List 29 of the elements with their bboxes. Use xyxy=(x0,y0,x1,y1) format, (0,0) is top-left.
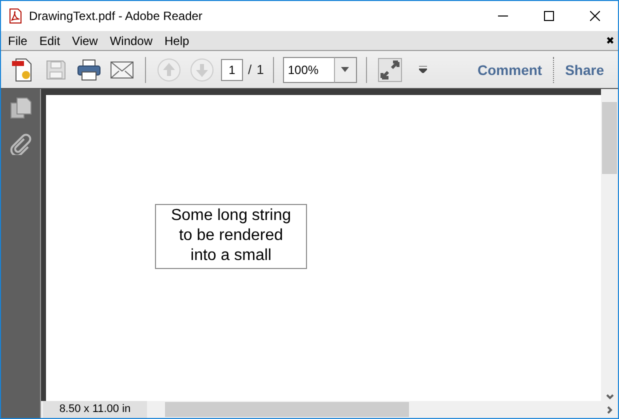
page-size-label: 8.50 x 11.00 in xyxy=(43,401,147,418)
vertical-scrollbar[interactable] xyxy=(601,89,618,401)
window-title: DrawingText.pdf - Adobe Reader xyxy=(29,9,204,23)
expand-button[interactable] xyxy=(376,56,404,84)
scrollbar-thumb[interactable] xyxy=(165,402,409,417)
menu-item[interactable]: View xyxy=(66,34,104,48)
maximize-icon xyxy=(544,11,554,21)
caret-icon xyxy=(418,66,427,73)
share-button[interactable]: Share xyxy=(559,62,610,78)
zoom-field[interactable]: 100% xyxy=(282,56,335,82)
page-separator: / xyxy=(248,62,252,77)
scroll-right-icon[interactable] xyxy=(606,406,614,414)
comment-button[interactable]: Comment xyxy=(472,62,548,78)
menu-item[interactable]: Help xyxy=(158,34,196,48)
zoom-dropdown-button[interactable] xyxy=(334,56,357,82)
page-number-field[interactable]: 1 xyxy=(221,58,243,80)
page-total: 1 xyxy=(256,62,264,77)
scrollbar-thumb[interactable] xyxy=(602,102,617,174)
menu-item[interactable]: Edit xyxy=(33,34,66,48)
scroll-down-icon[interactable] xyxy=(606,393,614,401)
pdf-icon xyxy=(7,8,23,24)
menu-item[interactable]: File xyxy=(2,34,34,48)
menu-item[interactable]: Window xyxy=(104,34,159,48)
text-box: Some long string to be rendered into a small xyxy=(155,204,307,269)
caret-icon xyxy=(341,67,350,72)
close-icon xyxy=(590,11,600,21)
paperclip-icon[interactable] xyxy=(10,133,32,155)
close-button[interactable]: ✖ xyxy=(606,34,614,46)
pages-icon[interactable] xyxy=(10,97,32,119)
